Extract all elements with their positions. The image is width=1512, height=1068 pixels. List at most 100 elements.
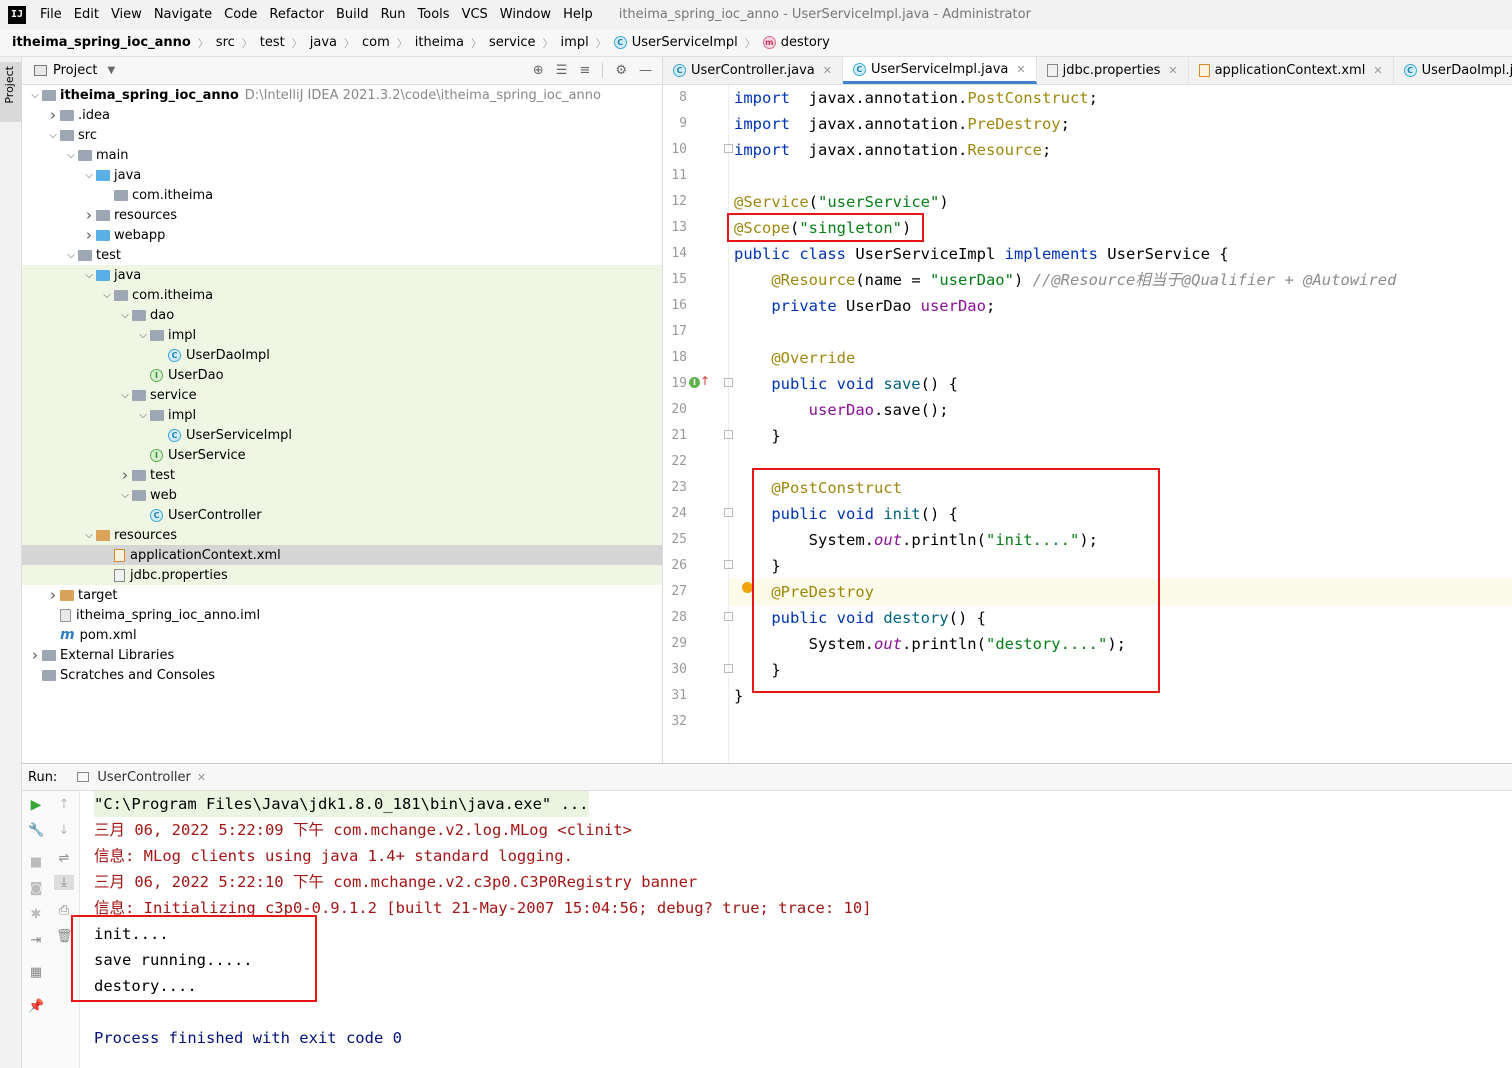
tree-item[interactable]: com.itheima xyxy=(22,185,662,205)
tree-item[interactable]: itheima_spring_ioc_anno.iml xyxy=(22,605,662,625)
tree-item[interactable]: ⌵ impl xyxy=(22,325,662,345)
locate-icon[interactable]: ⊕ xyxy=(533,63,544,78)
chevron-right-icon[interactable]: › xyxy=(82,206,96,224)
menu-window[interactable]: Window xyxy=(494,7,557,22)
implements-gutter-icon[interactable]: I xyxy=(689,377,700,388)
menu-vcs[interactable]: VCS xyxy=(456,7,494,22)
tree-item[interactable]: › External Libraries xyxy=(22,645,662,665)
close-icon[interactable]: ✕ xyxy=(197,771,206,784)
tree-item[interactable]: ⌵ itheima_spring_ioc_anno D:\IntelliJ IDEA… xyxy=(22,85,662,105)
breadcrumb-class[interactable]: C UserServiceImpl xyxy=(613,35,738,50)
menu-help[interactable]: Help xyxy=(557,7,599,22)
close-icon[interactable]: ✕ xyxy=(1168,64,1177,77)
trash-icon[interactable]: 🗑 xyxy=(56,929,73,944)
chevron-down-icon[interactable]: ⌵ xyxy=(46,130,60,141)
chevron-down-icon[interactable]: ⌵ xyxy=(82,530,96,541)
chevron-right-icon[interactable]: › xyxy=(46,106,60,124)
fold-marker-icon[interactable] xyxy=(724,612,733,621)
fold-marker-icon[interactable] xyxy=(724,144,733,153)
chevron-down-icon[interactable]: ⌵ xyxy=(28,90,42,101)
project-tool-tab[interactable]: Project xyxy=(0,62,22,122)
editor-tab[interactable]: C UserServiceImpl.java ✕ xyxy=(842,57,1037,84)
editor-tab[interactable]: jdbc.properties ✕ xyxy=(1037,57,1189,84)
tree-item[interactable]: ⌵ resources xyxy=(22,525,662,545)
chevron-down-icon[interactable]: ▼ xyxy=(107,65,115,76)
print-icon[interactable]: ⎙ xyxy=(56,903,72,918)
tree-item[interactable]: › webapp xyxy=(22,225,662,245)
breadcrumb-item[interactable]: itheima xyxy=(415,35,464,50)
tree-item[interactable]: › target xyxy=(22,585,662,605)
chevron-right-icon[interactable]: › xyxy=(118,466,132,484)
breadcrumb-item[interactable]: com xyxy=(362,35,390,50)
menu-code[interactable]: Code xyxy=(218,7,263,22)
tree-item[interactable]: applicationContext.xml xyxy=(22,545,662,565)
editor-tab[interactable]: C UserController.java ✕ xyxy=(663,57,843,84)
tree-item[interactable]: ⌵ com.itheima xyxy=(22,285,662,305)
tree-item[interactable]: ⌵ java xyxy=(22,165,662,185)
tree-item[interactable]: ⌵ src xyxy=(22,125,662,145)
menu-edit[interactable]: Edit xyxy=(68,7,105,22)
expand-all-icon[interactable]: ☰ xyxy=(556,63,568,78)
breadcrumb-item[interactable]: test xyxy=(260,35,285,50)
chevron-right-icon[interactable]: › xyxy=(46,586,60,604)
wrench-icon[interactable]: 🔧 xyxy=(28,823,44,838)
tree-item[interactable]: Scratches and Consoles xyxy=(22,665,662,685)
chevron-down-icon[interactable]: ⌵ xyxy=(118,390,132,401)
chevron-right-icon[interactable]: › xyxy=(82,226,96,244)
tree-item[interactable]: I UserDao xyxy=(22,365,662,385)
layout-icon[interactable]: ▦ xyxy=(28,965,44,980)
tree-item[interactable]: ⌵ java xyxy=(22,265,662,285)
tree-item[interactable]: › .idea xyxy=(22,105,662,125)
scroll-to-end-icon[interactable]: ⤓ xyxy=(54,875,74,890)
chevron-down-icon[interactable]: ⌵ xyxy=(64,250,78,261)
up-arrow-icon[interactable]: ↑ xyxy=(56,797,72,812)
pin-icon[interactable]: 📌 xyxy=(28,999,44,1014)
tree-item[interactable]: › test xyxy=(22,465,662,485)
chevron-down-icon[interactable]: ⌵ xyxy=(82,170,96,181)
menu-refactor[interactable]: Refactor xyxy=(263,7,330,22)
run-tab-usercontroller[interactable]: UserController ✕ xyxy=(77,770,206,785)
chevron-down-icon[interactable]: ⌵ xyxy=(118,490,132,501)
project-panel-title[interactable]: Project xyxy=(53,63,97,78)
fold-marker-icon[interactable] xyxy=(724,664,733,673)
chevron-down-icon[interactable]: ⌵ xyxy=(82,270,96,281)
chevron-down-icon[interactable]: ⌵ xyxy=(100,290,114,301)
menu-view[interactable]: View xyxy=(105,7,148,22)
close-icon[interactable]: ✕ xyxy=(823,64,832,77)
override-arrow-icon[interactable]: ↑ xyxy=(700,374,710,388)
menu-file[interactable]: File xyxy=(34,7,68,22)
fold-marker-icon[interactable] xyxy=(724,378,733,387)
tree-item[interactable]: I UserService xyxy=(22,445,662,465)
tree-item[interactable]: ⌵ web xyxy=(22,485,662,505)
editor-tab[interactable]: CUserDaoImpl.java✕ xyxy=(1394,57,1512,84)
menu-build[interactable]: Build xyxy=(330,7,375,22)
gear-icon[interactable]: ⚙ xyxy=(615,63,627,78)
stop-icon[interactable]: ■ xyxy=(28,855,44,870)
breadcrumb-item[interactable]: java xyxy=(310,35,337,50)
camera-icon[interactable]: ◙ xyxy=(28,881,44,896)
menu-navigate[interactable]: Navigate xyxy=(148,7,218,22)
chevron-right-icon[interactable]: › xyxy=(28,646,42,664)
breadcrumb-item[interactable]: service xyxy=(489,35,536,50)
tree-item[interactable]: ⌵ main xyxy=(22,145,662,165)
debug-icon[interactable]: ✱ xyxy=(28,907,44,922)
breadcrumb-method[interactable]: m destory xyxy=(762,35,830,50)
minimize-icon[interactable]: — xyxy=(639,63,652,78)
tree-item[interactable]: › resources xyxy=(22,205,662,225)
close-icon[interactable]: ✕ xyxy=(1373,64,1382,77)
down-arrow-icon[interactable]: ↓ xyxy=(56,823,72,838)
fold-marker-icon[interactable] xyxy=(724,430,733,439)
editor-tab[interactable]: applicationContext.xml ✕ xyxy=(1189,57,1394,84)
fold-marker-icon[interactable] xyxy=(724,508,733,517)
tree-item[interactable]: C UserServiceImpl xyxy=(22,425,662,445)
chevron-down-icon[interactable]: ⌵ xyxy=(136,410,150,421)
tree-item[interactable]: m pom.xml xyxy=(22,625,662,645)
fold-marker-icon[interactable] xyxy=(724,560,733,569)
exit-icon[interactable]: ⇥ xyxy=(28,933,44,948)
breadcrumb-project[interactable]: itheima_spring_ioc_anno xyxy=(12,35,191,50)
tree-item[interactable]: ⌵ test xyxy=(22,245,662,265)
breadcrumb-item[interactable]: impl xyxy=(561,35,589,50)
chevron-down-icon[interactable]: ⌵ xyxy=(64,150,78,161)
menu-run[interactable]: Run xyxy=(375,7,412,22)
tree-item[interactable]: ⌵ impl xyxy=(22,405,662,425)
